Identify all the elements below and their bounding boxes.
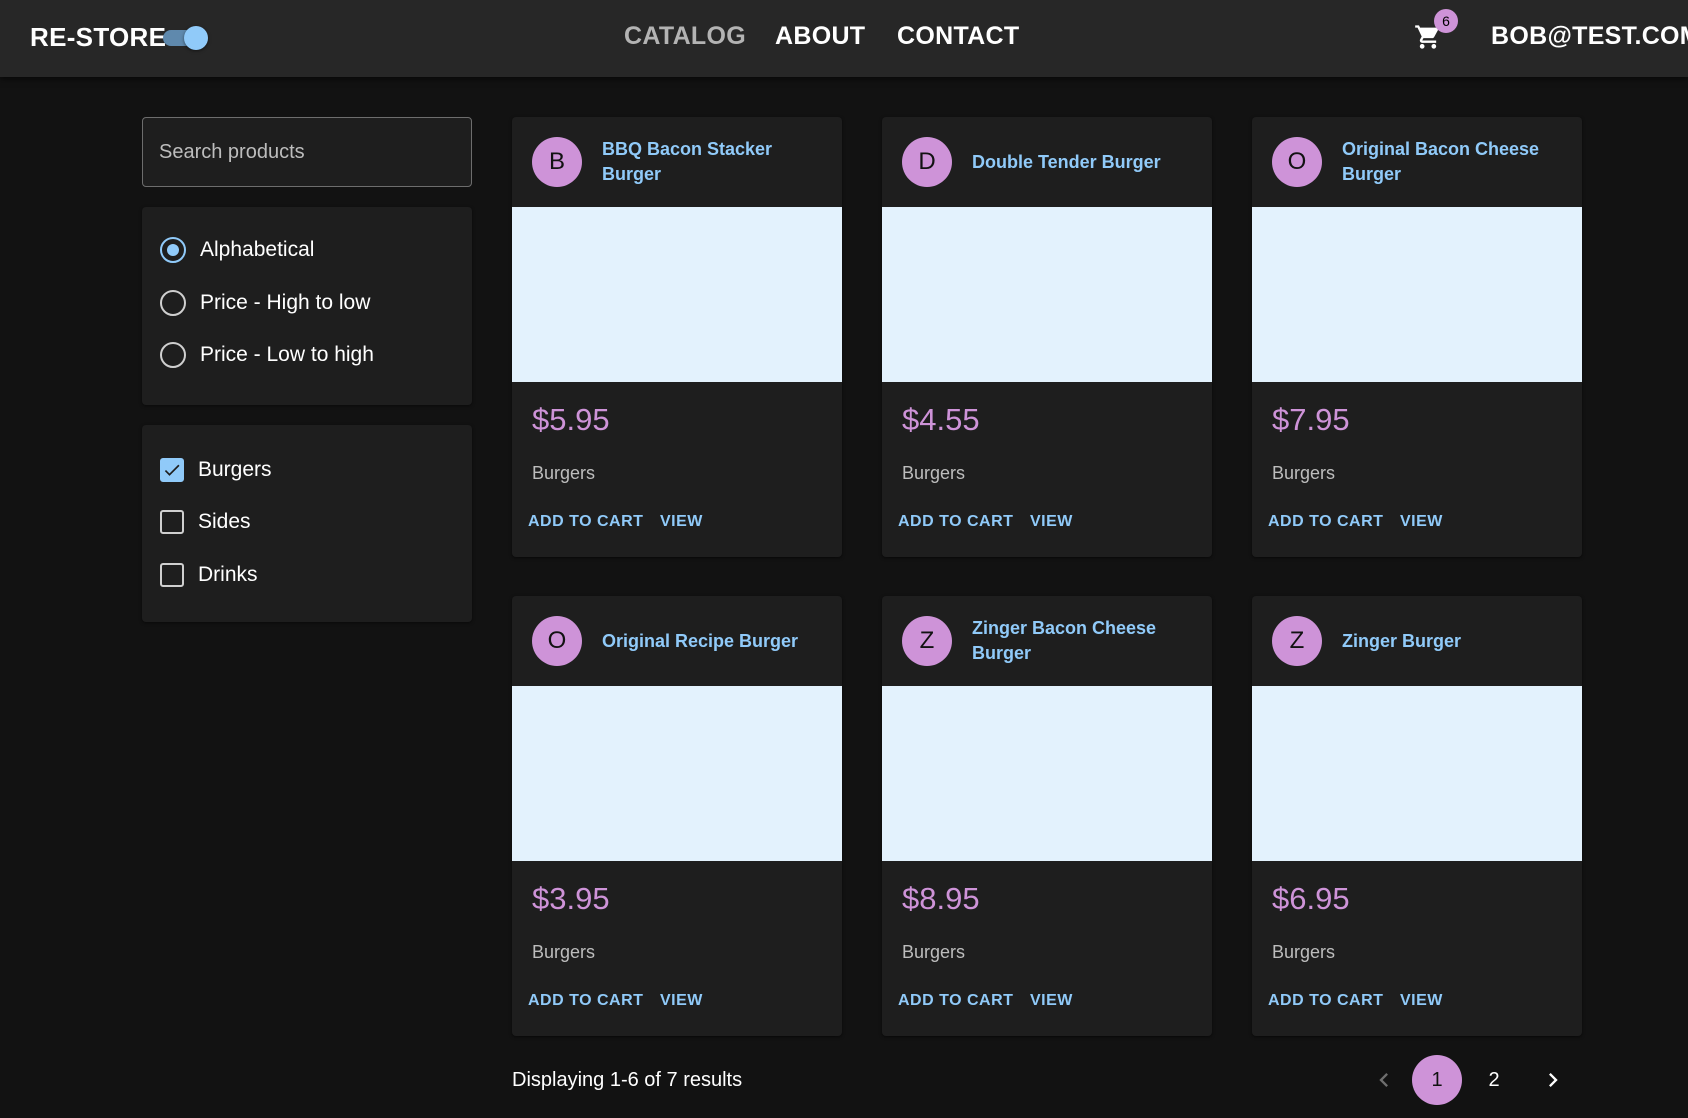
filter-option-label: Drinks [198,563,258,586]
product-name: Original Recipe Burger [602,630,799,651]
product-card: O Original Recipe Burger $3.95 Burgers A… [512,596,842,1036]
sort-panel: Alphabetical Price - High to low Price -… [142,207,472,405]
product-category: Burgers [902,942,966,962]
check-icon [164,464,180,476]
card-header: D Double Tender Burger [882,117,1212,207]
sort-option-label: Alphabetical [200,238,315,261]
radio-unchecked-icon[interactable] [160,342,186,368]
product-category: Burgers [532,463,596,483]
chevron-right-icon [1549,1073,1558,1087]
filter-option-burgers[interactable]: Burgers [160,458,272,482]
radio-checked-icon[interactable] [160,237,186,263]
results-summary: Displaying 1-6 of 7 results [512,1069,743,1091]
product-category: Burgers [532,942,596,962]
sort-option-label: Price - High to low [200,291,371,314]
add-to-cart-button[interactable]: ADD TO CART [898,992,1013,1010]
search-field[interactable] [142,117,472,187]
sort-option-label: Price - Low to high [200,343,374,366]
product-price: $7.95 [1272,402,1350,437]
checkbox-checked-icon[interactable] [160,458,184,482]
search-input[interactable] [143,118,471,186]
pagination-previous-button[interactable] [1370,1066,1398,1094]
product-name: BBQ Bacon Stacker Burger [602,139,773,184]
radio-unchecked-icon[interactable] [160,290,186,316]
product-image [882,207,1212,382]
card-header: O Original Recipe Burger [512,596,842,686]
view-button[interactable]: VIEW [660,513,703,531]
view-button[interactable]: VIEW [1030,513,1073,531]
product-image [512,207,842,382]
filter-option-sides[interactable]: Sides [160,510,251,534]
product-price: $8.95 [902,881,980,916]
card-header: Z Zinger Burger [1252,596,1582,686]
product-avatar: Z [1272,616,1322,666]
user-menu[interactable]: BOB@TEST.COM [1491,22,1688,51]
view-button[interactable]: VIEW [1400,992,1443,1010]
product-name: Original Bacon Cheese Burger [1342,139,1540,184]
filter-option-drinks[interactable]: Drinks [160,563,258,587]
product-card: B BBQ Bacon Stacker Burger $5.95 Burgers… [512,117,842,557]
sort-option-alphabetical[interactable]: Alphabetical [160,237,314,263]
product-card: O Original Bacon Cheese Burger $7.95 Bur… [1252,117,1582,557]
cart-count-badge: 6 [1434,9,1458,33]
brand-logo[interactable]: RE-STORE [30,22,166,53]
product-card: Z Zinger Burger $6.95 Burgers ADD TO CAR… [1252,596,1582,1036]
view-button[interactable]: VIEW [1030,992,1073,1010]
pagination-next-button[interactable] [1539,1066,1567,1094]
product-avatar: D [902,137,952,187]
card-header: Z Zinger Bacon Cheese Burger [882,596,1212,686]
pagination-page-1[interactable]: 1 [1412,1055,1462,1105]
card-header: O Original Bacon Cheese Burger [1252,117,1582,207]
product-price: $3.95 [532,881,610,916]
product-category: Burgers [902,463,966,483]
checkbox-unchecked-icon[interactable] [160,563,184,587]
product-name: Double Tender Burger [972,151,1161,172]
product-card: Z Zinger Bacon Cheese Burger $8.95 Burge… [882,596,1212,1036]
filter-option-label: Sides [198,510,251,533]
cart-button[interactable]: 6 [1414,9,1458,55]
switch-thumb [184,26,208,50]
product-avatar: B [532,137,582,187]
sort-option-price-asc[interactable]: Price - Low to high [160,342,374,368]
product-image [512,686,842,861]
product-avatar: O [532,616,582,666]
product-name: Zinger Bacon Cheese Burger [972,618,1157,663]
product-image [1252,686,1582,861]
app-bar: RE-STORE CATALOG ABOUT CONTACT 6 BOB@TES… [0,0,1688,77]
nav-about[interactable]: ABOUT [775,22,865,51]
view-button[interactable]: VIEW [1400,513,1443,531]
dark-mode-switch[interactable] [161,26,209,50]
product-image [1252,207,1582,382]
product-avatar: Z [902,616,952,666]
chevron-left-icon [1379,1073,1388,1087]
pagination-page-2[interactable]: 2 [1469,1055,1519,1105]
product-category: Burgers [1272,463,1336,483]
product-price: $6.95 [1272,881,1350,916]
add-to-cart-button[interactable]: ADD TO CART [1268,992,1383,1010]
nav-contact[interactable]: CONTACT [897,22,1019,51]
product-category: Burgers [1272,942,1336,962]
card-header: B BBQ Bacon Stacker Burger [512,117,842,207]
product-price: $4.55 [902,402,980,437]
product-name: Zinger Burger [1342,630,1462,651]
add-to-cart-button[interactable]: ADD TO CART [1268,513,1383,531]
filter-option-label: Burgers [198,458,272,481]
add-to-cart-button[interactable]: ADD TO CART [528,513,643,531]
product-price: $5.95 [532,402,610,437]
product-card: D Double Tender Burger $4.55 Burgers ADD… [882,117,1212,557]
checkbox-unchecked-icon[interactable] [160,510,184,534]
nav-catalog[interactable]: CATALOG [624,22,746,51]
view-button[interactable]: VIEW [660,992,703,1010]
product-image [882,686,1212,861]
product-avatar: O [1272,137,1322,187]
add-to-cart-button[interactable]: ADD TO CART [898,513,1013,531]
category-filter-panel: Burgers Sides Drinks [142,425,472,622]
sort-option-price-desc[interactable]: Price - High to low [160,290,370,316]
add-to-cart-button[interactable]: ADD TO CART [528,992,643,1010]
